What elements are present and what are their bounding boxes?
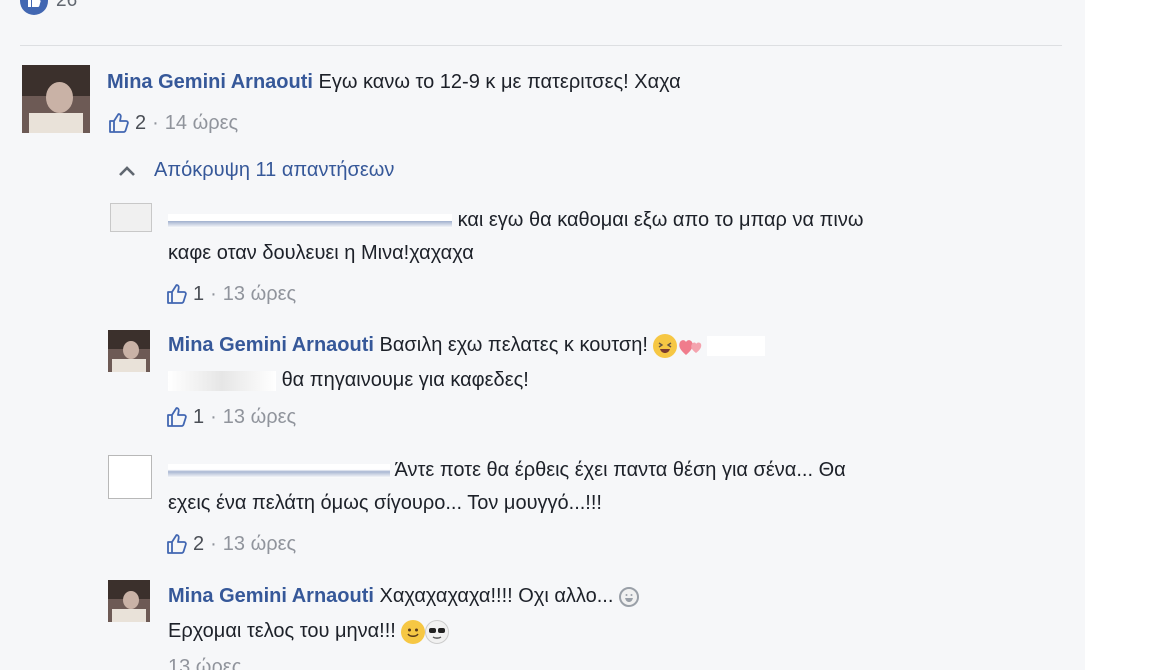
- reply-text-line: Άντε ποτε θα έρθεις έχει παντα θέση για …: [168, 458, 846, 482]
- like-count: 1: [193, 405, 205, 428]
- sunglasses-emoji: [425, 619, 450, 644]
- reply-body-cont: καφε οταν δουλευει η Μινα!χαχαχα: [168, 242, 474, 264]
- grin-emoji: [618, 586, 639, 607]
- reply-body: Χαχαχαχαχα!!!! Οχι αλλο...: [379, 585, 614, 607]
- reply-text-line: θα πηγαινουμε για καφεδες!: [168, 368, 529, 392]
- reply-meta: 1 · 13 ώρες: [165, 405, 296, 429]
- reply-meta: 1 · 13 ώρες: [165, 282, 296, 306]
- like-count: 2: [135, 111, 147, 134]
- like-badge-icon: [20, 0, 48, 15]
- thumbs-up-icon[interactable]: [165, 282, 189, 306]
- avatar[interactable]: [108, 330, 150, 372]
- comments-panel: 26 Mina Gemini Arnaouti Εγω κανω το 12-9…: [0, 0, 1085, 670]
- reply-text-line: καφε οταν δουλευει η Μινα!χαχαχα: [168, 241, 474, 265]
- reactions-summary[interactable]: 26: [20, 0, 77, 16]
- comment-author-link[interactable]: Mina Gemini Arnaouti: [107, 71, 313, 93]
- reply-text-line: Mina Gemini Arnaouti Βασιλη εχω πελατες …: [168, 333, 766, 358]
- reply-body: και εγω θα καθομαι εξω απο το μπαρ να πι…: [457, 209, 864, 231]
- reply-meta: 13 ώρες: [168, 656, 241, 670]
- reply-author-link[interactable]: Mina Gemini Arnaouti: [168, 585, 374, 607]
- thumbs-up-icon[interactable]: [165, 405, 189, 429]
- reply-text-line: εχεις ένα πελάτη όμως σίγουρο... Τον μου…: [168, 491, 602, 515]
- reply-body: Βασιλη εχω πελατες κ κουτση!: [379, 334, 648, 356]
- hide-replies-button[interactable]: Απόκρυψη 11 απαντήσεων: [118, 159, 394, 182]
- timestamp[interactable]: 13 ώρες: [223, 283, 296, 306]
- reply-text-line: Mina Gemini Arnaouti Χαχαχαχαχα!!!! Οχι …: [168, 584, 639, 608]
- comment-text-line: Mina Gemini Arnaouti Εγω κανω το 12-9 κ …: [107, 70, 681, 94]
- reactions-count: 26: [56, 0, 78, 11]
- laughing-emoji: [653, 333, 678, 358]
- hearts-emoji: [677, 334, 702, 358]
- reply-meta: 2 · 13 ώρες: [165, 532, 296, 556]
- timestamp[interactable]: 13 ώρες: [223, 406, 296, 429]
- reply-text-line: Ερχομαι τελος του μηνα!!!: [168, 619, 450, 644]
- comment-meta: 2 · 14 ώρες: [107, 111, 238, 135]
- chevron-up-icon: [118, 164, 136, 178]
- avatar[interactable]: [22, 65, 90, 133]
- timestamp[interactable]: 13 ώρες: [223, 533, 296, 556]
- like-count: 2: [193, 532, 205, 555]
- avatar[interactable]: [108, 455, 152, 499]
- thumbs-up-icon[interactable]: [107, 111, 131, 135]
- reply-body-cont: Ερχομαι τελος του μηνα!!!: [168, 620, 396, 642]
- thumbs-up-icon[interactable]: [165, 532, 189, 556]
- reply-author-link[interactable]: Mina Gemini Arnaouti: [168, 334, 374, 356]
- reply-author-link[interactable]: [168, 463, 390, 478]
- comment-body: Εγω κανω το 12-9 κ με πατεριτσες! Χαχα: [318, 71, 681, 93]
- reply-text-line: και εγω θα καθομαι εξω απο το μπαρ να πι…: [168, 208, 863, 232]
- reply-body-cont: θα πηγαινουμε για καφεδες!: [281, 369, 529, 391]
- avatar[interactable]: [110, 203, 152, 232]
- divider: [20, 45, 1062, 46]
- reply-body-cont: εχεις ένα πελάτη όμως σίγουρο... Τον μου…: [168, 492, 602, 514]
- timestamp[interactable]: 14 ώρες: [165, 112, 238, 135]
- smile-emoji: [401, 619, 426, 644]
- avatar[interactable]: [108, 580, 150, 622]
- reply-body: Άντε ποτε θα έρθεις έχει παντα θέση για …: [394, 459, 846, 481]
- like-count: 1: [193, 282, 205, 305]
- hide-replies-label: Απόκρυψη 11 απαντήσεων: [154, 159, 395, 181]
- timestamp[interactable]: 13 ώρες: [168, 656, 241, 670]
- reply-author-link[interactable]: [168, 213, 452, 228]
